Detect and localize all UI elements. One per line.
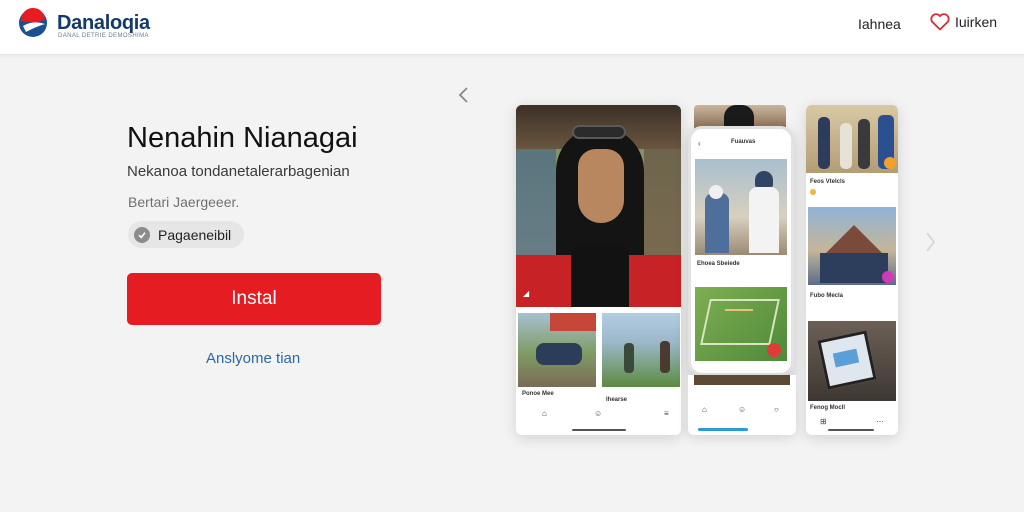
favorite-label: Iuirken: [955, 14, 998, 30]
screenshot-1[interactable]: ◢ Ponoe Mee Ihearse ⌂ ☺ ≡: [516, 105, 681, 435]
phone-caption: Ehoea Sbeiede: [697, 261, 740, 267]
favorite-button[interactable]: Iuirken: [930, 13, 997, 31]
secondary-link[interactable]: Anslyome tian: [206, 350, 300, 367]
nav-profile-icon[interactable]: ☺: [738, 405, 746, 414]
home-icon[interactable]: ⌂: [542, 409, 547, 418]
left-caption-2: Ihearse: [606, 397, 628, 403]
students-photo: [806, 105, 898, 173]
grid-icon[interactable]: ⊞: [820, 417, 827, 426]
menu-icon[interactable]: ≡: [664, 409, 669, 418]
brand-tagline: DANAL DETRIE DEMOSHIMA: [58, 33, 149, 39]
screenshot-3[interactable]: Feos Vtelcls Fubo Mecla Fenog Mocll ⊞ ⋯: [806, 105, 898, 435]
people-icon[interactable]: ☺: [594, 409, 602, 418]
back-icon[interactable]: ‹: [698, 139, 701, 148]
app-subtitle: Nekanoa tondanetalerarbagenian: [127, 163, 350, 180]
group-photo: [518, 313, 596, 387]
home-indicator-3: [828, 429, 874, 431]
chevron-left-icon[interactable]: [454, 84, 474, 106]
nav-search-icon[interactable]: ○: [774, 405, 779, 414]
right-caption-2: Fubo Mecla: [810, 293, 844, 299]
workers-photo: [695, 159, 787, 255]
phone-screenshot[interactable]: ‹ Fuauvas Ehoea Sbeiede: [688, 126, 794, 376]
category-chip[interactable]: Pagaeneibil: [128, 221, 245, 248]
brand-logo-icon[interactable]: [18, 8, 48, 38]
top-header: Danaloqia DANAL DETRIE DEMOSHIMA Iahnea …: [0, 0, 1024, 55]
camera-icon: ◢: [523, 289, 530, 298]
check-icon: [134, 226, 150, 243]
chip-label: Pagaeneibil: [158, 226, 232, 243]
install-button[interactable]: Instal: [127, 273, 381, 325]
building-photo: [808, 207, 896, 285]
app-title: Nenahin Nianagai: [127, 122, 358, 154]
left-caption-1: Ponoe Mee: [522, 391, 554, 397]
right-caption-1: Feos Vtelcls: [810, 179, 846, 185]
brand-name[interactable]: Danaloqia: [57, 12, 150, 35]
home-indicator: [572, 429, 626, 431]
portrait-photo: [516, 105, 681, 307]
phone-bottom-nav: ⌂ ☺ ○: [688, 375, 796, 435]
nav-link[interactable]: Iahnea: [858, 16, 901, 32]
heart-icon: [930, 13, 950, 31]
chevron-right-icon[interactable]: [920, 228, 940, 256]
map-photo: [695, 287, 787, 361]
more-icon[interactable]: ⋯: [876, 417, 884, 426]
field-photo: [602, 313, 680, 387]
nav-indicator: [698, 428, 748, 431]
app-meta: Bertari Jaergeeer.: [128, 194, 240, 210]
phone-header: Fuauvas: [731, 139, 756, 145]
right-caption-3: Fenog Mocll: [810, 405, 845, 411]
tablet-photo: [808, 321, 896, 401]
nav-home-icon[interactable]: ⌂: [702, 405, 707, 414]
